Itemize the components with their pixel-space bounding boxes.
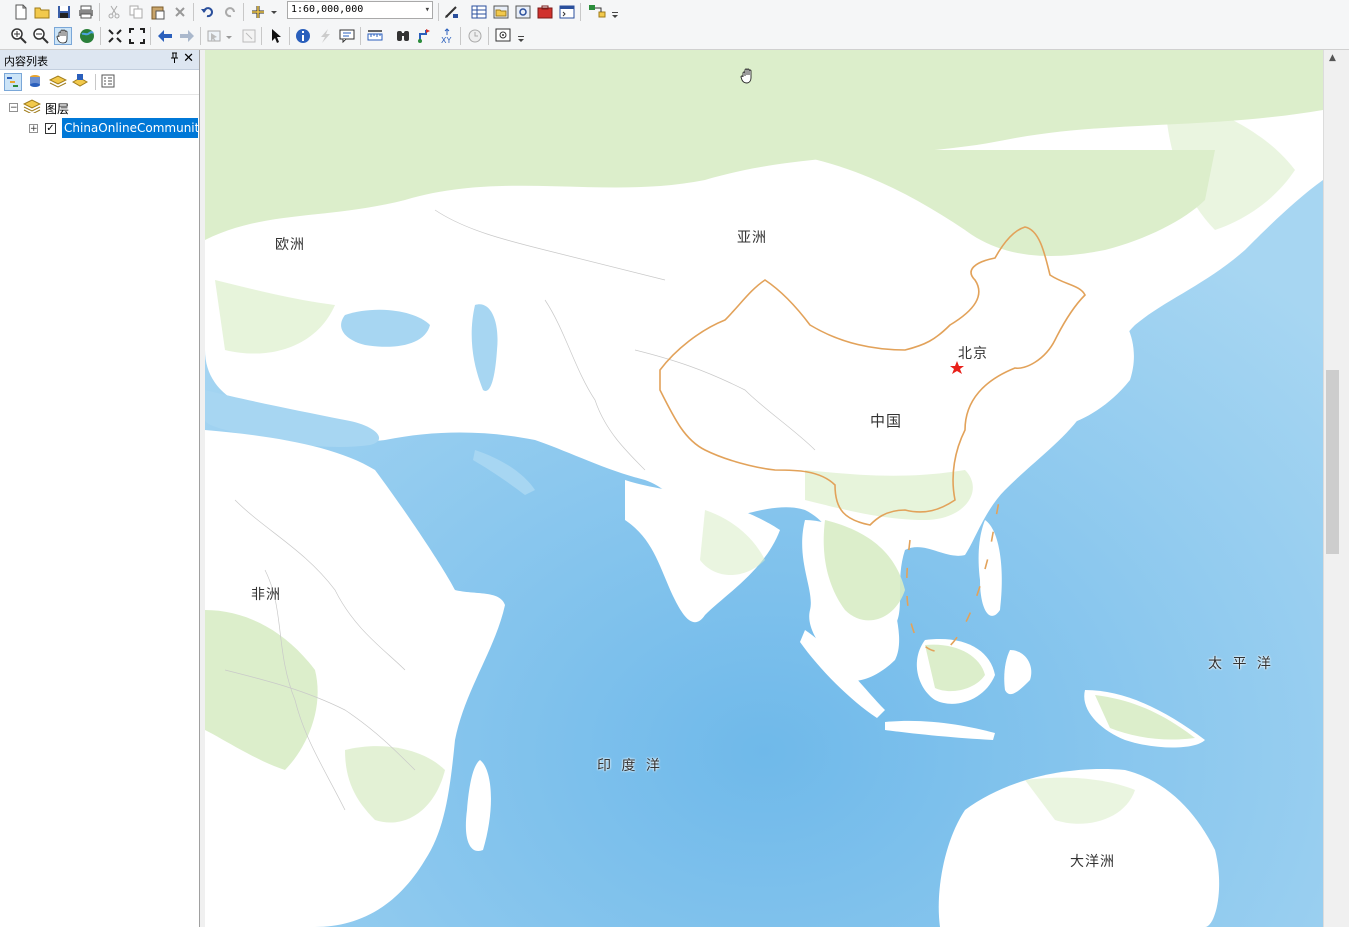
undo-icon[interactable] [199, 3, 217, 21]
find-route-icon[interactable] [416, 27, 434, 45]
fixed-zoom-in-icon[interactable] [106, 27, 124, 45]
list-by-visibility-icon[interactable] [48, 73, 68, 91]
chevron-down-icon[interactable]: ▾ [425, 2, 430, 18]
tools-toolbar: XY [0, 24, 1349, 50]
identify-icon[interactable] [294, 27, 312, 45]
label-europe: 欧洲 [275, 237, 305, 253]
cut-icon[interactable] [105, 3, 123, 21]
forward-icon[interactable] [178, 27, 196, 45]
model-icon[interactable] [586, 3, 620, 21]
save-icon[interactable] [55, 3, 73, 21]
list-by-selection-icon[interactable] [71, 73, 89, 91]
layer-visibility-checkbox[interactable]: ✓ [45, 123, 56, 134]
label-beijing: 北京 [958, 346, 988, 362]
label-pacific-ocean: 太 平 洋 [1208, 656, 1274, 672]
arctoolbox-icon[interactable] [536, 3, 554, 21]
standard-toolbar: 1:60,000,000 ▾ [0, 0, 1349, 25]
options-icon[interactable] [100, 73, 118, 91]
label-indian-ocean: 印 度 洋 [597, 758, 663, 774]
expand-toggle[interactable]: + [29, 124, 38, 134]
label-asia: 亚洲 [737, 230, 767, 246]
pan-icon[interactable] [54, 27, 72, 45]
catalog-icon[interactable] [492, 3, 510, 21]
layers-icon [22, 99, 42, 116]
go-to-xy-icon[interactable]: XY [438, 27, 456, 45]
zoom-in-icon[interactable] [10, 27, 28, 45]
full-extent-icon[interactable] [78, 27, 96, 45]
label-oceania: 大洋洲 [1070, 854, 1115, 870]
print-icon[interactable] [77, 3, 95, 21]
scrollbar-thumb[interactable] [1326, 370, 1339, 554]
editor-icon[interactable] [443, 3, 461, 21]
back-icon[interactable] [156, 27, 174, 45]
open-folder-icon[interactable] [33, 3, 51, 21]
search-icon[interactable] [514, 3, 532, 21]
close-icon[interactable]: ✕ [183, 51, 194, 66]
copy-icon[interactable] [127, 3, 145, 21]
list-by-source-icon[interactable] [27, 73, 45, 91]
layer-group-label[interactable]: 图层 [45, 100, 69, 117]
scroll-up-icon[interactable]: ▲ [1324, 50, 1341, 67]
map-vertical-scrollbar[interactable]: ▲ [1323, 50, 1341, 927]
map-scale-combo[interactable]: 1:60,000,000 ▾ [287, 1, 433, 19]
html-popup-icon[interactable] [338, 27, 356, 45]
right-dock-edge [1340, 50, 1349, 927]
paste-icon[interactable] [149, 3, 167, 21]
magnifier-icon[interactable] [494, 27, 528, 45]
basemap [205, 50, 1323, 927]
add-data-icon[interactable] [249, 3, 279, 21]
label-china: 中国 [870, 412, 903, 430]
clear-selection-icon[interactable] [240, 27, 258, 45]
collapse-toggle[interactable]: − [9, 103, 18, 113]
time-slider-icon[interactable] [466, 27, 484, 45]
list-by-drawing-order-icon[interactable] [4, 73, 22, 91]
find-icon[interactable] [394, 27, 412, 45]
pin-icon[interactable] [170, 52, 179, 66]
toc-title: 内容列表 [4, 55, 48, 68]
toc-header: 内容列表 ✕ [0, 50, 199, 70]
svg-text:XY: XY [441, 36, 451, 44]
select-element-icon[interactable] [267, 27, 285, 45]
measure-icon[interactable] [366, 27, 384, 45]
fixed-zoom-out-icon[interactable] [128, 27, 146, 45]
map-scale-value: 1:60,000,000 [291, 4, 364, 15]
new-document-icon[interactable] [12, 3, 30, 21]
toc-toolbar [0, 70, 199, 95]
table-of-contents-panel: 内容列表 ✕ − 图层 + ✓ [0, 50, 200, 927]
layer-item-china-online-community[interactable]: ChinaOnlineCommunity [62, 118, 198, 138]
map-display[interactable]: 欧洲 亚洲 北京 中国 非洲 印 度 洋 太 平 洋 大洋洲 [205, 50, 1323, 927]
redo-icon[interactable] [221, 3, 239, 21]
zoom-out-icon[interactable] [32, 27, 50, 45]
delete-icon[interactable] [171, 3, 189, 21]
table-icon[interactable] [470, 3, 488, 21]
label-africa: 非洲 [251, 587, 281, 603]
python-icon[interactable] [558, 3, 576, 21]
hyperlink-icon[interactable] [316, 27, 334, 45]
select-features-icon[interactable] [206, 27, 234, 45]
